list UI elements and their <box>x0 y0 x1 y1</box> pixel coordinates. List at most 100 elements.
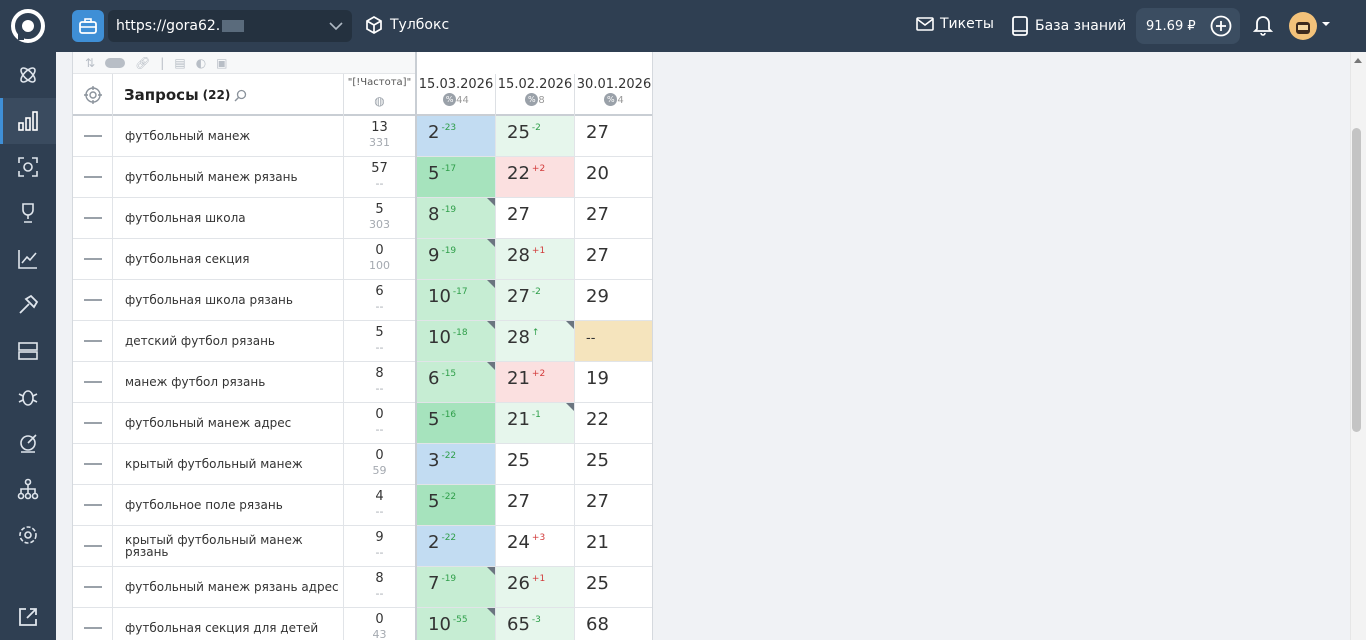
frequency-header[interactable]: "[!Частота]" ◍ <box>344 74 416 116</box>
position-cell[interactable]: 5 -16 <box>417 403 496 443</box>
position-cell[interactable]: 27 <box>575 198 652 238</box>
position-cell[interactable]: 7 -19 <box>417 567 496 607</box>
query-text[interactable]: футбольное поле рязань <box>113 485 344 525</box>
position-cell[interactable]: 22 +2 <box>496 157 575 197</box>
select-target[interactable] <box>73 74 113 116</box>
document-icon[interactable]: ▤ <box>174 56 185 70</box>
project-url-select[interactable]: https://gora62. <box>108 10 352 42</box>
toolbox-link[interactable]: Тулбокс <box>364 15 449 35</box>
table-row[interactable]: футбольная секция 0 100 9 -19 28 +1 27 <box>73 239 652 280</box>
image-icon[interactable]: ▣ <box>216 56 227 70</box>
query-text[interactable]: футбольная школа <box>113 198 344 238</box>
date-header-2[interactable]: 15.02.2026 % 8 <box>496 74 575 116</box>
sidebar-item-dashboard[interactable] <box>0 52 56 98</box>
position-cell[interactable]: 27 <box>575 116 652 156</box>
position-cell[interactable]: 28 +1 <box>496 239 575 279</box>
position-cell[interactable]: 22 <box>575 403 652 443</box>
sidebar-item-sitemap[interactable] <box>0 466 56 512</box>
toggle-icon[interactable] <box>105 57 126 68</box>
sidebar-item-bugs[interactable] <box>0 374 56 420</box>
position-cell[interactable]: 21 <box>575 526 652 566</box>
scrollbar-thumb[interactable] <box>1352 128 1361 432</box>
position-cell[interactable]: 24 +3 <box>496 526 575 566</box>
position-cell[interactable]: 27 <box>496 485 575 525</box>
position-cell[interactable]: 9 -19 <box>417 239 496 279</box>
query-text[interactable]: футбольный манеж <box>113 116 344 156</box>
position-cell[interactable]: 68 <box>575 608 652 640</box>
briefcase-icon[interactable] <box>72 10 104 42</box>
position-cell[interactable]: 10 -17 <box>417 280 496 320</box>
position-cell[interactable]: 21 +2 <box>496 362 575 402</box>
sidebar-item-settings[interactable] <box>0 512 56 558</box>
query-text[interactable]: манеж футбол рязань <box>113 362 344 402</box>
date-header-1[interactable]: 15.03.2026 % 44 <box>417 74 496 116</box>
table-row[interactable]: футбольная школа рязань 6 -- 10 -17 27 -2 29 <box>73 280 652 321</box>
query-text[interactable]: футбольная школа рязань <box>113 280 344 320</box>
position-cell[interactable]: -- <box>575 321 652 361</box>
sidebar-item-positions[interactable] <box>0 98 56 144</box>
table-row[interactable]: футбольный манеж 13 331 2 -23 25 -2 27 <box>73 116 652 157</box>
position-cell[interactable]: 27 -2 <box>496 280 575 320</box>
sidebar-item-tools[interactable] <box>0 282 56 328</box>
position-cell[interactable]: 28 ↑ <box>496 321 575 361</box>
logo-icon[interactable] <box>10 8 46 44</box>
position-cell[interactable]: 10 -55 <box>417 608 496 640</box>
position-cell[interactable]: 27 <box>575 239 652 279</box>
position-cell[interactable]: 25 -2 <box>496 116 575 156</box>
position-cell[interactable]: 27 <box>496 198 575 238</box>
table-row[interactable]: манеж футбол рязань 8 -- 6 -15 21 +2 19 <box>73 362 652 403</box>
table-row[interactable]: футбольный манеж адрес 0 -- 5 -16 21 -1 22 <box>73 403 652 444</box>
table-row[interactable]: крытый футбольный манеж рязань 9 -- 2 -22 24 +… <box>73 526 652 567</box>
contrast-icon[interactable]: ◐ <box>196 56 206 70</box>
link-icon[interactable]: 🔗︎ <box>135 56 150 70</box>
position-cell[interactable]: 6 -15 <box>417 362 496 402</box>
query-text[interactable]: футбольный манеж рязань <box>113 157 344 197</box>
query-text[interactable]: крытый футбольный манеж <box>113 444 344 484</box>
position-cell[interactable]: 19 <box>575 362 652 402</box>
position-cell[interactable]: 29 <box>575 280 652 320</box>
position-cell[interactable]: 8 -19 <box>417 198 496 238</box>
table-row[interactable]: футбольная секция для детей 0 43 10 -55 65 -3 6… <box>73 608 652 640</box>
position-cell[interactable]: 27 <box>575 485 652 525</box>
table-row[interactable]: крытый футбольный манеж 0 59 3 -22 25 25 <box>73 444 652 485</box>
plus-circle-icon[interactable] <box>1210 15 1232 37</box>
position-cell[interactable]: 25 <box>575 567 652 607</box>
table-row[interactable]: детский футбол рязань 5 -- 10 -18 28 ↑ -- <box>73 321 652 362</box>
query-text[interactable]: детский футбол рязань <box>113 321 344 361</box>
sidebar-item-trophy[interactable] <box>0 190 56 236</box>
avatar[interactable] <box>1289 12 1317 40</box>
table-row[interactable]: футбольный манеж рязань адрес 8 -- 7 -19 26 +1… <box>73 567 652 608</box>
sidebar-item-scan[interactable] <box>0 144 56 190</box>
position-cell[interactable]: 20 <box>575 157 652 197</box>
query-text[interactable]: крытый футбольный манеж рязань <box>113 526 344 566</box>
position-cell[interactable]: 2 -23 <box>417 116 496 156</box>
bell-icon[interactable] <box>1253 14 1273 36</box>
table-row[interactable]: футбольная школа 5 303 8 -19 27 27 <box>73 198 652 239</box>
position-cell[interactable]: 26 +1 <box>496 567 575 607</box>
balance-widget[interactable]: 91.69 ₽ <box>1136 8 1240 44</box>
query-text[interactable]: футбольная секция <box>113 239 344 279</box>
position-cell[interactable]: 21 -1 <box>496 403 575 443</box>
position-cell[interactable]: 5 -22 <box>417 485 496 525</box>
date-header-3[interactable]: 30.01.2026 % 4 <box>575 74 652 116</box>
sort-icon[interactable]: ⇅ <box>85 56 95 70</box>
table-row[interactable]: футбольное поле рязань 4 -- 5 -22 27 27 <box>73 485 652 526</box>
sidebar-item-analytics[interactable] <box>0 236 56 282</box>
sidebar-item-radar[interactable] <box>0 420 56 466</box>
scroll-up-arrow-icon[interactable] <box>1354 58 1362 63</box>
query-text[interactable]: футбольная секция для детей <box>113 608 344 640</box>
position-cell[interactable]: 3 -22 <box>417 444 496 484</box>
position-cell[interactable]: 25 <box>496 444 575 484</box>
position-cell[interactable]: 65 -3 <box>496 608 575 640</box>
position-cell[interactable]: 2 -22 <box>417 526 496 566</box>
knowledge-base-link[interactable]: База знаний <box>1011 16 1126 36</box>
sidebar-item-servers[interactable] <box>0 328 56 374</box>
query-text[interactable]: футбольный манеж адрес <box>113 403 344 443</box>
position-cell[interactable]: 5 -17 <box>417 157 496 197</box>
chevron-down-icon[interactable] <box>1321 20 1331 28</box>
tickets-link[interactable]: Тикеты <box>916 16 994 32</box>
table-row[interactable]: футбольный манеж рязань 57 -- 5 -17 22 +2 20 <box>73 157 652 198</box>
position-cell[interactable]: 25 <box>575 444 652 484</box>
query-text[interactable]: футбольный манеж рязань адрес <box>113 567 344 607</box>
search-icon[interactable] <box>234 89 247 102</box>
